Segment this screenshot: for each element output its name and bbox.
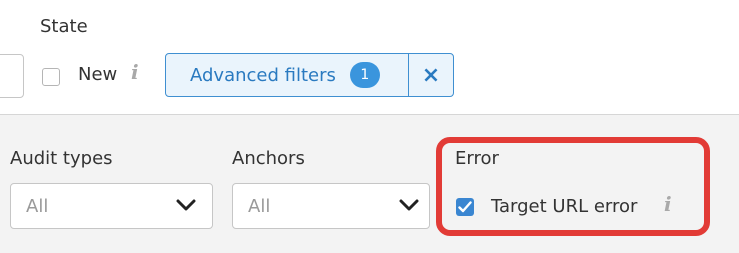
- error-label: Error: [455, 148, 499, 169]
- advanced-filters-button[interactable]: Advanced filters 1: [166, 54, 409, 96]
- advanced-filters-label: Advanced filters: [190, 64, 336, 86]
- chevron-down-icon: [176, 199, 196, 211]
- audit-types-label: Audit types: [10, 148, 113, 169]
- audit-types-value: All: [26, 196, 49, 217]
- new-checkbox-label[interactable]: New: [78, 64, 117, 85]
- new-checkbox[interactable]: [42, 68, 60, 86]
- close-icon: ×: [421, 62, 441, 88]
- info-icon[interactable]: i: [664, 192, 672, 216]
- audit-types-select[interactable]: All: [10, 183, 213, 229]
- state-label: State: [40, 16, 88, 37]
- anchors-value: All: [248, 196, 271, 217]
- active-filters-count-badge: 1: [349, 62, 380, 88]
- anchors-select[interactable]: All: [232, 183, 430, 229]
- target-url-error-checkbox[interactable]: [456, 198, 474, 216]
- anchors-label: Anchors: [232, 148, 305, 169]
- info-icon[interactable]: i: [131, 60, 139, 84]
- advanced-filters-toggle: Advanced filters 1 ×: [165, 53, 454, 97]
- search-input[interactable]: [0, 54, 24, 98]
- check-icon: [458, 201, 472, 213]
- chevron-down-icon: [399, 199, 419, 211]
- clear-filters-button[interactable]: ×: [409, 54, 453, 96]
- target-url-error-label[interactable]: Target URL error: [491, 196, 637, 217]
